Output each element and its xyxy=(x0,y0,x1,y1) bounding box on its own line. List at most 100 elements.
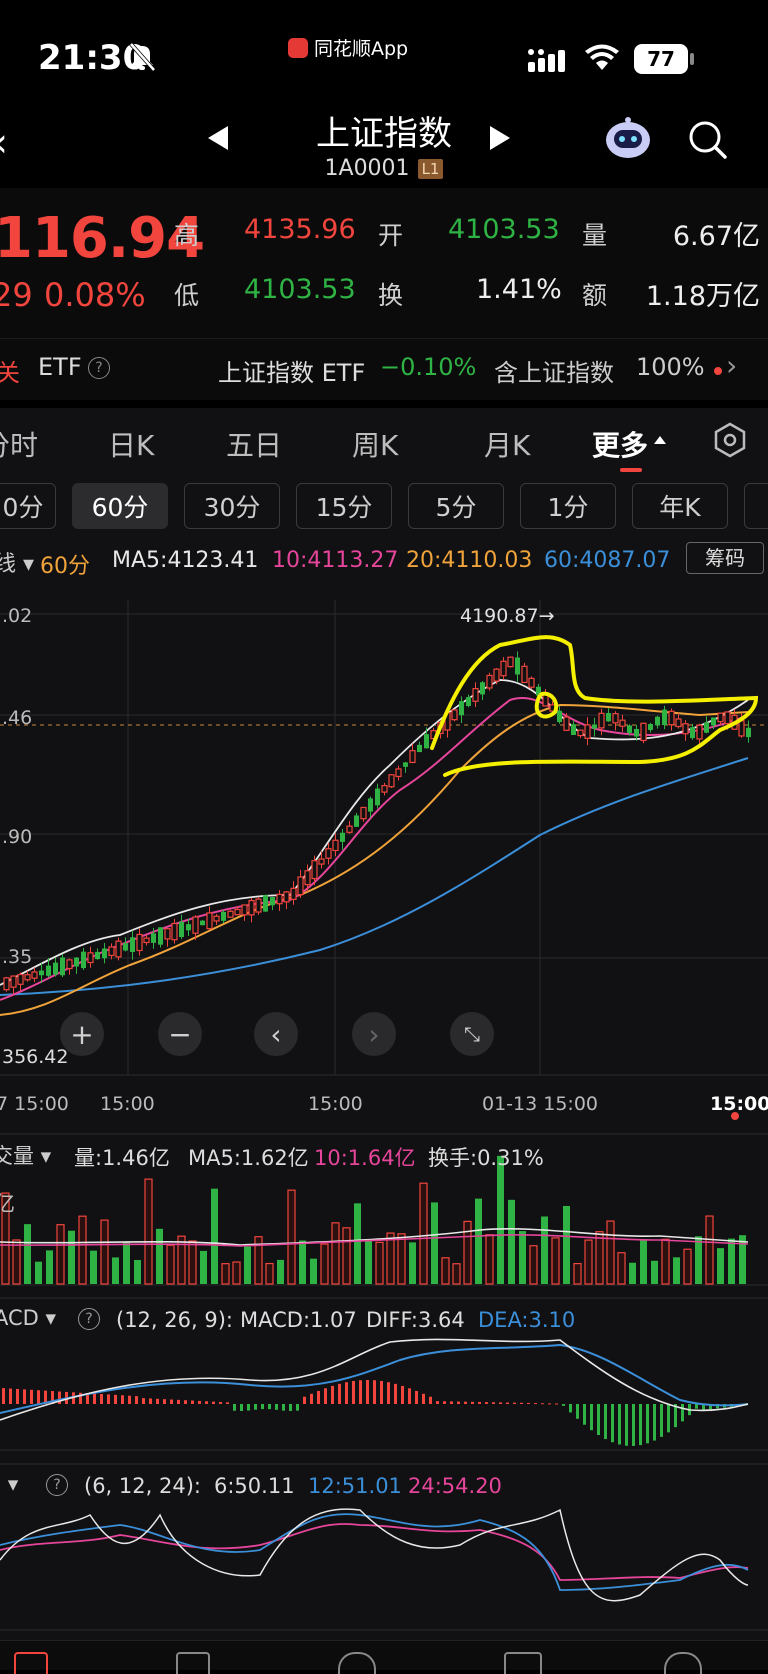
macd-histogram-bar xyxy=(212,1401,215,1404)
macd-histogram-bar xyxy=(548,1403,551,1405)
volume-bars xyxy=(1,1155,746,1285)
time-axis-4: 15:00 xyxy=(710,1093,768,1115)
macd-histogram-bar xyxy=(625,1404,628,1446)
volume-bar xyxy=(166,1244,175,1285)
red-dot xyxy=(714,367,722,375)
scroll-left-button[interactable]: ‹ xyxy=(254,1012,298,1056)
tab-intraday[interactable]: 分时 xyxy=(0,424,38,464)
volume-turnover: 换手:0.31% xyxy=(428,1146,544,1170)
macd-help-icon[interactable]: ? xyxy=(78,1308,100,1330)
volume-bar xyxy=(683,1248,692,1285)
signal-icon xyxy=(528,48,568,78)
help-icon[interactable]: ? xyxy=(88,357,110,379)
bottom-nav-item[interactable] xyxy=(176,1652,210,1674)
period-button-edge[interactable] xyxy=(744,483,768,529)
candle-body xyxy=(592,724,597,729)
candle-body xyxy=(746,727,751,738)
candle-body xyxy=(451,709,458,721)
volume-bar xyxy=(475,1198,482,1284)
ma-period: 60分 xyxy=(40,554,90,579)
macd-histogram-bar xyxy=(576,1404,579,1419)
etf-change: −0.10% xyxy=(380,353,477,381)
candle-body xyxy=(206,912,213,930)
zoom-in-button[interactable]: + xyxy=(60,1012,104,1056)
bottom-nav-item[interactable] xyxy=(664,1652,702,1674)
bottom-nav-item[interactable] xyxy=(338,1652,376,1674)
period-button-5[interactable]: 5分 xyxy=(408,483,504,529)
bottom-nav-item[interactable] xyxy=(14,1652,48,1674)
period-button-year-k[interactable]: 年K xyxy=(632,483,728,529)
time-axis-0: 7 15:00 xyxy=(0,1093,69,1115)
candle-body xyxy=(598,712,605,729)
candlestick-chart[interactable]: 4190.87→ .02 .46 .90 .35 356.42 7 15:00 … xyxy=(0,582,768,1670)
candle-body xyxy=(627,725,632,733)
section-gap xyxy=(0,400,768,408)
ma-dropdown[interactable]: 线 ▾ xyxy=(0,546,34,578)
candle-body xyxy=(234,908,241,916)
etf-pct: 100% xyxy=(636,353,705,381)
volume-bar xyxy=(299,1240,306,1284)
tab-active-indicator xyxy=(620,468,642,472)
tab-day-k[interactable]: 日K xyxy=(108,424,154,464)
time-now-dot xyxy=(731,1112,739,1120)
etf-row[interactable]: 关 ETF ? 上证指数 ETF −0.10% 含上证指数 100% › xyxy=(0,338,768,401)
rsi-help-icon[interactable]: ? xyxy=(46,1474,68,1496)
next-stock-arrow[interactable] xyxy=(488,124,512,156)
rsi-6: 6:50.11 xyxy=(214,1474,295,1498)
volume-bar xyxy=(156,1228,163,1284)
candle-body xyxy=(515,657,520,675)
macd-histogram-bar xyxy=(653,1404,656,1441)
period-button-60[interactable]: 60分 xyxy=(72,483,168,529)
volume-bar xyxy=(320,1243,329,1285)
stock-code-row: 1A0001 L1 xyxy=(0,156,768,181)
period-button-x0[interactable]: 0分 xyxy=(0,483,56,529)
volume-dropdown[interactable]: 交量 ▾ xyxy=(0,1140,51,1170)
macd-histogram-bar xyxy=(436,1401,439,1404)
macd-dropdown[interactable]: ACD ▾ xyxy=(0,1306,56,1330)
macd-histogram-bar xyxy=(387,1382,390,1404)
candle-body xyxy=(3,977,10,991)
open-value: 4103.53 xyxy=(448,214,560,245)
volume-bar xyxy=(606,1220,615,1285)
volume-bar xyxy=(200,1250,207,1284)
bottom-nav-item[interactable] xyxy=(504,1652,542,1674)
robot-icon[interactable] xyxy=(604,116,652,164)
macd-histogram-bar xyxy=(177,1399,180,1404)
tab-five-day[interactable]: 五日 xyxy=(226,424,282,464)
chevron-right-icon[interactable]: › xyxy=(726,349,737,382)
ma5-value: MA5:4123.41 xyxy=(112,548,259,573)
macd-histogram-bar xyxy=(443,1401,446,1404)
zoom-out-button[interactable]: − xyxy=(158,1012,202,1056)
macd-histogram-bar xyxy=(331,1385,334,1404)
period-button-15[interactable]: 15分 xyxy=(296,483,392,529)
settings-hex-icon[interactable] xyxy=(712,422,748,462)
macd-histogram-bar xyxy=(373,1380,376,1404)
fullscreen-button[interactable]: ⤡ xyxy=(450,1012,494,1056)
tab-month-k[interactable]: 月K xyxy=(484,424,530,464)
tab-more[interactable]: 更多 xyxy=(592,424,648,464)
macd-histogram-bar xyxy=(205,1401,208,1404)
price-change: 29 xyxy=(0,276,33,314)
candle-body xyxy=(368,798,373,812)
chip-button[interactable]: 筹码 xyxy=(686,542,764,574)
search-icon[interactable] xyxy=(688,120,728,164)
volume-bar xyxy=(123,1242,130,1284)
macd-histogram-bar xyxy=(310,1393,313,1404)
tab-week-k[interactable]: 周K xyxy=(352,424,398,464)
period-button-1[interactable]: 1分 xyxy=(520,483,616,529)
volume-bar xyxy=(68,1230,75,1284)
candle-body xyxy=(668,710,675,726)
candle-body xyxy=(395,768,402,778)
macd-histogram-bar xyxy=(401,1385,404,1404)
rsi-dropdown[interactable]: | ▾ xyxy=(0,1472,18,1496)
macd-histogram-bar xyxy=(681,1404,684,1422)
macd-histogram-bar xyxy=(233,1404,236,1411)
app-badge[interactable]: 同花顺App xyxy=(288,34,408,61)
volume-bar xyxy=(409,1242,416,1284)
macd-histogram-bar xyxy=(149,1398,152,1404)
macd-histogram-bar xyxy=(275,1404,278,1410)
candle-body xyxy=(563,716,570,731)
scroll-right-button[interactable]: › xyxy=(352,1012,396,1056)
period-button-30[interactable]: 30分 xyxy=(184,483,280,529)
candle-body xyxy=(304,870,311,886)
